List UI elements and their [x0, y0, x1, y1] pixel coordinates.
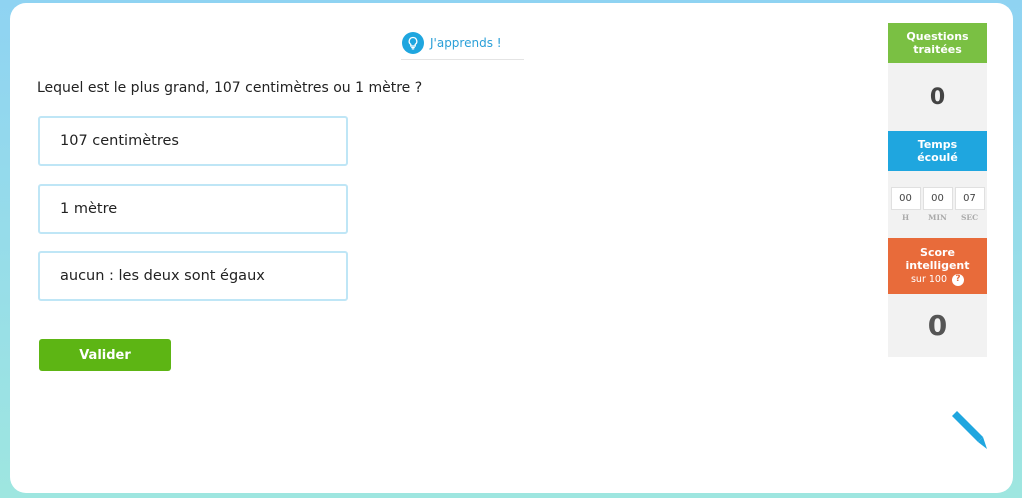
learn-button[interactable]: J'apprends !	[401, 27, 524, 60]
time-title-line1: Temps	[917, 138, 958, 151]
answer-option-2[interactable]: 1 mètre	[38, 184, 348, 234]
timer-hours: 00	[890, 187, 921, 210]
questions-header: Questions traitées	[888, 23, 987, 63]
questions-title-line2: traitées	[913, 43, 962, 56]
timer-label-minutes: MIN	[928, 213, 947, 222]
answer-option-3[interactable]: aucun : les deux sont égaux	[38, 251, 348, 301]
time-title-line2: écoulé	[917, 151, 958, 164]
answer-option-label: 1 mètre	[60, 201, 118, 217]
answer-option-label: 107 centimètres	[60, 133, 179, 149]
timer-label-seconds: SEC	[960, 213, 979, 222]
validate-button[interactable]: Valider	[39, 339, 171, 371]
timer-minutes: 00	[922, 187, 953, 210]
smart-score-value: 0	[888, 294, 987, 357]
score-subtitle-row: sur 100 ?	[910, 273, 965, 286]
answer-option-1[interactable]: 107 centimètres	[38, 116, 348, 166]
timer-seconds: 07	[954, 187, 985, 210]
elapsed-timer: 00 00 07 H MIN SEC	[888, 171, 987, 238]
learn-button-label: J'apprends !	[430, 36, 502, 50]
score-title-line1: Score	[920, 246, 955, 259]
question-text: Lequel est le plus grand, 107 centimètre…	[37, 80, 423, 96]
score-header: Score intelligent sur 100 ?	[888, 238, 987, 294]
pencil-icon[interactable]	[948, 410, 988, 450]
timer-label-hours: H	[901, 213, 910, 222]
help-icon[interactable]: ?	[952, 273, 965, 286]
lightbulb-icon	[402, 32, 424, 54]
answer-option-label: aucun : les deux sont égaux	[60, 268, 265, 284]
score-subtitle: sur 100	[910, 274, 948, 285]
exercise-card	[10, 3, 1013, 493]
questions-count: 0	[888, 63, 987, 131]
score-title-line2: intelligent	[905, 259, 970, 272]
questions-title-line1: Questions	[906, 30, 969, 43]
time-header: Temps écoulé	[888, 131, 987, 171]
